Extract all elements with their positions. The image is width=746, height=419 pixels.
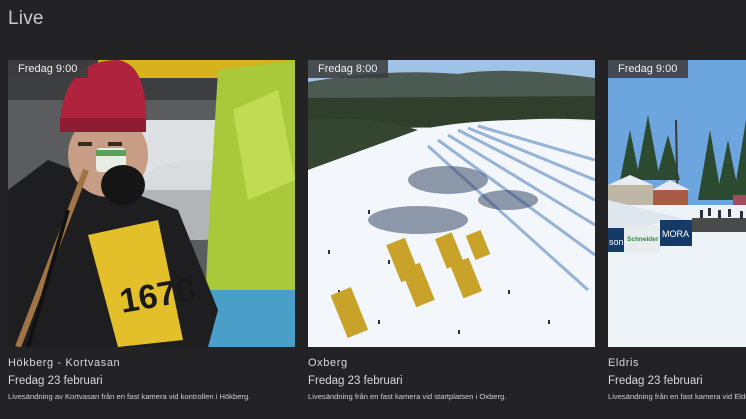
time-badge: Fredag 8:00 [308, 60, 389, 78]
card-description: Livesändning från en fast kamera vid Eld… [608, 392, 746, 401]
time-badge: Fredag 9:00 [8, 60, 89, 78]
card-thumbnail[interactable]: son Schneider Electric MORA Fredag 9:00 [608, 60, 746, 347]
live-card-hokberg[interactable]: 1678 Fredag 9:00 Hökberg - Kortvasan Fre… [8, 60, 295, 410]
card-description: Livesändning från en fast kamera vid sta… [308, 392, 507, 401]
live-card-oxberg[interactable]: Fredag 8:00 Oxberg Fredag 23 februari Li… [308, 60, 595, 410]
card-date: Fredag 23 februari [608, 375, 703, 387]
banner-text: son [609, 237, 624, 247]
banner-text: MORA [662, 229, 689, 239]
ski-stadium-photo: son Schneider Electric MORA [608, 60, 746, 347]
card-title[interactable]: Oxberg [308, 357, 348, 369]
time-badge: Fredag 9:00 [608, 60, 689, 78]
card-date: Fredag 23 februari [8, 375, 103, 387]
section-title: Live [8, 8, 44, 29]
card-thumbnail[interactable]: 1678 Fredag 9:00 [8, 60, 295, 347]
card-date: Fredag 23 februari [308, 375, 403, 387]
skier-photo: 1678 [8, 60, 295, 347]
card-thumbnail[interactable]: Fredag 8:00 [308, 60, 595, 347]
live-card-eldris[interactable]: son Schneider Electric MORA Fredag 9:00 … [608, 60, 746, 410]
aerial-ski-start-photo [308, 60, 595, 347]
card-description: Livesändning av Kortvasan från en fast k… [8, 392, 251, 401]
card-title[interactable]: Hökberg - Kortvasan [8, 357, 120, 369]
card-title[interactable]: Eldris [608, 357, 639, 369]
